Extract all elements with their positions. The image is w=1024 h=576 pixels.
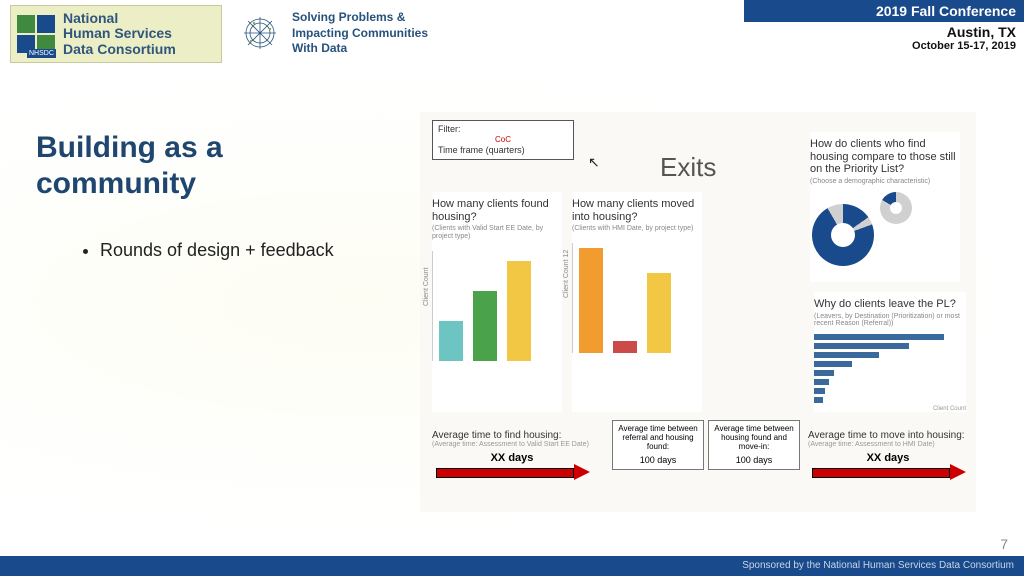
org-logo: NHSDC National Human Services Data Conso…	[10, 5, 222, 63]
hbar	[814, 334, 944, 340]
bar	[473, 291, 497, 361]
footer-sponsor: Sponsored by the National Human Services…	[742, 560, 1014, 571]
panel2-chart: Client Count 12	[572, 243, 702, 353]
slide-body: Building as a community Rounds of design…	[0, 70, 1024, 536]
conference-location: Austin, TX October 15-17, 2019	[912, 24, 1016, 52]
dashboard-mock: Filter: CoC Time frame (quarters) ↖ Exit…	[420, 112, 976, 512]
logo-mark-icon	[17, 15, 55, 53]
org-name: National Human Services Data Consortium	[63, 11, 176, 57]
stat-referral-to-found: Average time between referral and housin…	[612, 420, 704, 470]
panel-compare-priority-list: How do clients who find housing compare …	[810, 132, 960, 282]
filter-timeframe: Time frame (quarters)	[438, 145, 568, 155]
cursor-icon: ↖	[588, 154, 600, 171]
arrow-right-icon	[432, 466, 592, 478]
avg2-sub: (Average time: Assessment to HMI Date)	[808, 441, 968, 448]
page-number: 7	[1000, 536, 1008, 552]
avg1-sub: (Average time: Assessment to Valid Start…	[432, 441, 592, 448]
data-swirl-icon	[240, 13, 280, 53]
panel3-sub: (Choose a demographic characteristic)	[810, 178, 960, 186]
header-band: NHSDC National Human Services Data Conso…	[0, 0, 1024, 71]
avg2-value: XX days	[808, 452, 968, 464]
hbar	[814, 397, 823, 403]
tagline-l2: Impacting Communities	[292, 26, 428, 42]
bar	[613, 341, 637, 353]
avg1-value: XX days	[432, 452, 592, 464]
stat1-value: 100 days	[616, 455, 700, 465]
panel1-ylabel: Client Count	[423, 267, 430, 306]
hbar	[814, 370, 834, 376]
slide-title-l1: Building as a	[36, 130, 223, 166]
conference-bar: 2019 Fall Conference	[744, 0, 1024, 22]
panel-found-housing: How many clients found housing? (Clients…	[432, 192, 562, 412]
tagline: Solving Problems & Impacting Communities…	[292, 10, 428, 57]
hbar	[814, 388, 825, 394]
avg1-title: Average time to find housing:	[432, 430, 592, 441]
panel4-chart	[814, 334, 966, 403]
stat2-label: Average time between housing found and m…	[712, 424, 796, 452]
stat-found-to-movein: Average time between housing found and m…	[708, 420, 800, 470]
panel-moved-into-housing: How many clients moved into housing? (Cl…	[572, 192, 702, 412]
panel1-title: How many clients found housing?	[432, 198, 562, 223]
hbar	[814, 352, 879, 358]
panel2-title: How many clients moved into housing?	[572, 198, 702, 223]
slide-title-l2: community	[36, 166, 223, 202]
bar	[647, 273, 671, 353]
filter-label: Filter:	[438, 124, 568, 134]
org-name-l3: Data Consortium	[63, 42, 176, 57]
panel4-title: Why do clients leave the PL?	[814, 298, 966, 311]
org-name-l1: National	[63, 11, 176, 26]
bar	[579, 248, 603, 353]
footer-band: Sponsored by the National Human Services…	[0, 556, 1024, 576]
slide-bullets: Rounds of design + feedback	[60, 240, 334, 267]
panel2-ylabel: Client Count 12	[563, 250, 570, 298]
filter-box: Filter: CoC Time frame (quarters)	[432, 120, 574, 160]
conference-dates: October 15-17, 2019	[912, 40, 1016, 52]
panel1-sub: (Clients with Valid Start EE Date, by pr…	[432, 225, 562, 240]
stat2-value: 100 days	[712, 455, 796, 465]
exits-heading: Exits	[660, 152, 716, 183]
org-name-l2: Human Services	[63, 26, 176, 41]
panel3-chart	[810, 192, 960, 282]
panel1-chart: Client Count	[432, 251, 562, 361]
arrow-right-icon	[808, 466, 968, 478]
slide-title: Building as a community	[36, 130, 223, 202]
stat-row: Average time between referral and housin…	[612, 420, 800, 470]
slide: NHSDC National Human Services Data Conso…	[0, 0, 1024, 576]
bar	[439, 321, 463, 361]
avg2-title: Average time to move into housing:	[808, 430, 968, 441]
avg-time-find: Average time to find housing: (Average t…	[432, 430, 592, 478]
tagline-block: Solving Problems & Impacting Communities…	[240, 10, 428, 57]
conference-city: Austin, TX	[912, 24, 1016, 40]
stat1-label: Average time between referral and housin…	[616, 424, 700, 452]
donut-small	[880, 192, 912, 224]
bullet-1: Rounds of design + feedback	[100, 240, 334, 261]
panel-leave-reasons: Why do clients leave the PL? (Leavers, b…	[814, 292, 966, 412]
avg-time-movein: Average time to move into housing: (Aver…	[808, 430, 968, 478]
bar	[507, 261, 531, 361]
hbar	[814, 379, 829, 385]
hbar	[814, 361, 852, 367]
donut-large	[812, 204, 874, 266]
tagline-l3: With Data	[292, 41, 428, 57]
panel2-sub: (Clients with HMI Date, by project type)	[572, 225, 702, 233]
panel3-title: How do clients who find housing compare …	[810, 138, 960, 176]
panel4-footer: Client Count	[814, 406, 966, 412]
nhsdc-badge: NHSDC	[27, 49, 56, 58]
panel4-sub: (Leavers, by Destination (Prioritization…	[814, 313, 966, 328]
tagline-l1: Solving Problems &	[292, 10, 428, 26]
filter-coc: CoC	[438, 135, 568, 144]
hbar	[814, 343, 909, 349]
